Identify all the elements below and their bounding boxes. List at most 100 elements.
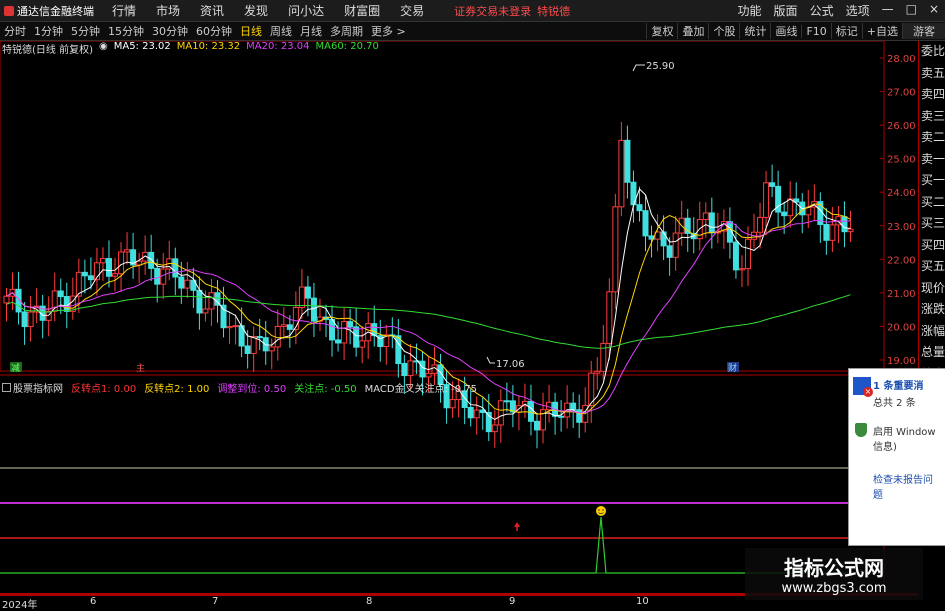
- candle-body: [63, 296, 70, 312]
- candle-body: [148, 251, 155, 269]
- candle-body: [268, 346, 275, 352]
- stock-button[interactable]: 个股: [708, 23, 739, 39]
- candle-body: [178, 276, 185, 289]
- candle-body: [787, 198, 794, 217]
- popup-title: 1 条重要消: [873, 381, 924, 392]
- param-reversal-2: 反转点2: 1.00: [144, 384, 210, 395]
- mark-finance[interactable]: 财: [728, 362, 737, 374]
- maximize-icon[interactable]: □: [900, 2, 923, 19]
- candle-body: [335, 339, 342, 344]
- watermark: 指标公式网 www.zbgs3.com: [745, 548, 923, 600]
- tab-weekly[interactable]: 周线: [266, 23, 296, 39]
- tab-1min[interactable]: 1分钟: [30, 23, 67, 39]
- candle-body: [612, 206, 619, 293]
- menu-options[interactable]: 选项: [840, 2, 876, 19]
- date-label: 10: [636, 596, 649, 607]
- candle-body: [280, 324, 287, 327]
- candle-body: [220, 304, 227, 329]
- tab-multi-period[interactable]: 多周期: [326, 23, 367, 39]
- candle-body: [347, 321, 354, 328]
- candle-body: [359, 340, 366, 348]
- stats-button[interactable]: 统计: [739, 23, 770, 39]
- quote-row-label: 涨幅: [921, 323, 945, 338]
- candle-body: [757, 216, 764, 233]
- close-icon[interactable]: ×: [923, 2, 945, 19]
- menu-formula[interactable]: 公式: [804, 2, 840, 19]
- candle-body: [184, 279, 191, 289]
- candle-body: [226, 326, 233, 329]
- quote-row-label: 买四: [921, 237, 945, 252]
- menu-market[interactable]: 市场: [146, 2, 190, 19]
- candle-body: [558, 415, 565, 418]
- candle-body: [570, 402, 577, 411]
- high-label: 25.90: [646, 61, 675, 72]
- candle-body: [124, 249, 131, 253]
- tab-more[interactable]: 更多 >: [367, 23, 410, 39]
- menu-bar: 通达信金融终端 行情 市场 资讯 发现 问小达 财富圈 交易 证券交易未登录 特…: [0, 0, 945, 22]
- candle-body: [527, 400, 534, 422]
- price-label: 28.00: [887, 54, 916, 65]
- menu-news[interactable]: 资讯: [190, 2, 234, 19]
- notification-popup[interactable]: × 1 条重要消 总共 2 条 启用 Window 信息) 检查未报告问题: [848, 368, 945, 546]
- overlay-button[interactable]: 叠加: [677, 23, 708, 39]
- tab-5min[interactable]: 5分钟: [67, 23, 104, 39]
- tab-15min[interactable]: 15分钟: [104, 23, 148, 39]
- quote-row-label: 买三: [921, 216, 945, 230]
- indicator-name[interactable]: 股票指标网: [2, 380, 63, 395]
- quote-row-label: 买二: [921, 194, 945, 209]
- candle-body: [244, 345, 251, 354]
- mark-reduce[interactable]: 减: [11, 362, 20, 374]
- app-logo-icon: [4, 5, 14, 16]
- menu-ask[interactable]: 问小达: [278, 2, 334, 19]
- ma20-label: MA20: 23.04: [246, 41, 310, 52]
- price-label: 20.00: [887, 322, 916, 333]
- check-problems-link[interactable]: 检查未报告问题: [849, 453, 945, 501]
- signal-line: [0, 516, 848, 574]
- high-marker: 25.90: [632, 61, 675, 72]
- candle-body: [401, 362, 408, 377]
- tab-monthly[interactable]: 月线: [296, 23, 326, 39]
- candle-body: [99, 258, 106, 264]
- quote-row-label: 涨跌: [921, 302, 945, 316]
- menu-discover[interactable]: 发现: [234, 2, 278, 19]
- candle-body: [27, 311, 34, 328]
- menu-trade[interactable]: 交易: [390, 2, 434, 19]
- price-label: 19.00: [887, 356, 916, 367]
- tab-60min[interactable]: 60分钟: [192, 23, 236, 39]
- menu-function[interactable]: 功能: [732, 2, 768, 19]
- f10-button[interactable]: F10: [801, 24, 830, 38]
- restore-rights-button[interactable]: 复权: [646, 23, 677, 39]
- tab-30min[interactable]: 30分钟: [148, 23, 192, 39]
- date-axis: 2024年 6 7 8 9 10: [0, 596, 945, 611]
- candle-body: [196, 289, 203, 314]
- menu-layout[interactable]: 版面: [768, 2, 804, 19]
- quote-row-label: 买一: [921, 173, 945, 187]
- candle-body: [208, 292, 215, 310]
- minimize-icon[interactable]: —: [876, 2, 900, 19]
- mark-button[interactable]: 标记: [830, 23, 862, 39]
- ma-legend: 特锐德(日线 前复权) ◉ MA5: 23.02 MA10: 23.32 MA2…: [2, 41, 379, 56]
- low-marker: 17.06: [486, 356, 525, 370]
- add-watchlist-button[interactable]: +自选: [861, 23, 902, 39]
- tab-timeshare[interactable]: 分时: [0, 23, 30, 39]
- draw-button[interactable]: 画线: [770, 23, 801, 39]
- candle-body: [672, 232, 679, 258]
- candle-body: [250, 335, 257, 354]
- candle-body: [112, 273, 119, 277]
- candle-body: [3, 295, 10, 304]
- candle-body: [594, 370, 601, 374]
- mark-main[interactable]: 主: [136, 362, 145, 374]
- menu-wealth[interactable]: 财富圈: [334, 2, 390, 19]
- date-label: 6: [90, 596, 97, 607]
- login-warning[interactable]: 证券交易未登录: [454, 3, 531, 19]
- tab-daily[interactable]: 日线: [236, 23, 266, 39]
- kline-chart[interactable]: 28.00 27.00 26.00 25.00 24.00 23.00 22.00 21.00…: [0, 41, 918, 596]
- ma10-label: MA10: 23.32: [176, 41, 241, 52]
- candle-body: [473, 409, 480, 419]
- menu-quotes[interactable]: 行情: [102, 2, 146, 19]
- guest-button[interactable]: 游客: [902, 23, 945, 39]
- candle-body: [738, 268, 745, 271]
- candle-body: [660, 231, 667, 247]
- settings-icon[interactable]: ◉: [99, 41, 108, 56]
- watermark-url: www.zbgs3.com: [781, 581, 887, 596]
